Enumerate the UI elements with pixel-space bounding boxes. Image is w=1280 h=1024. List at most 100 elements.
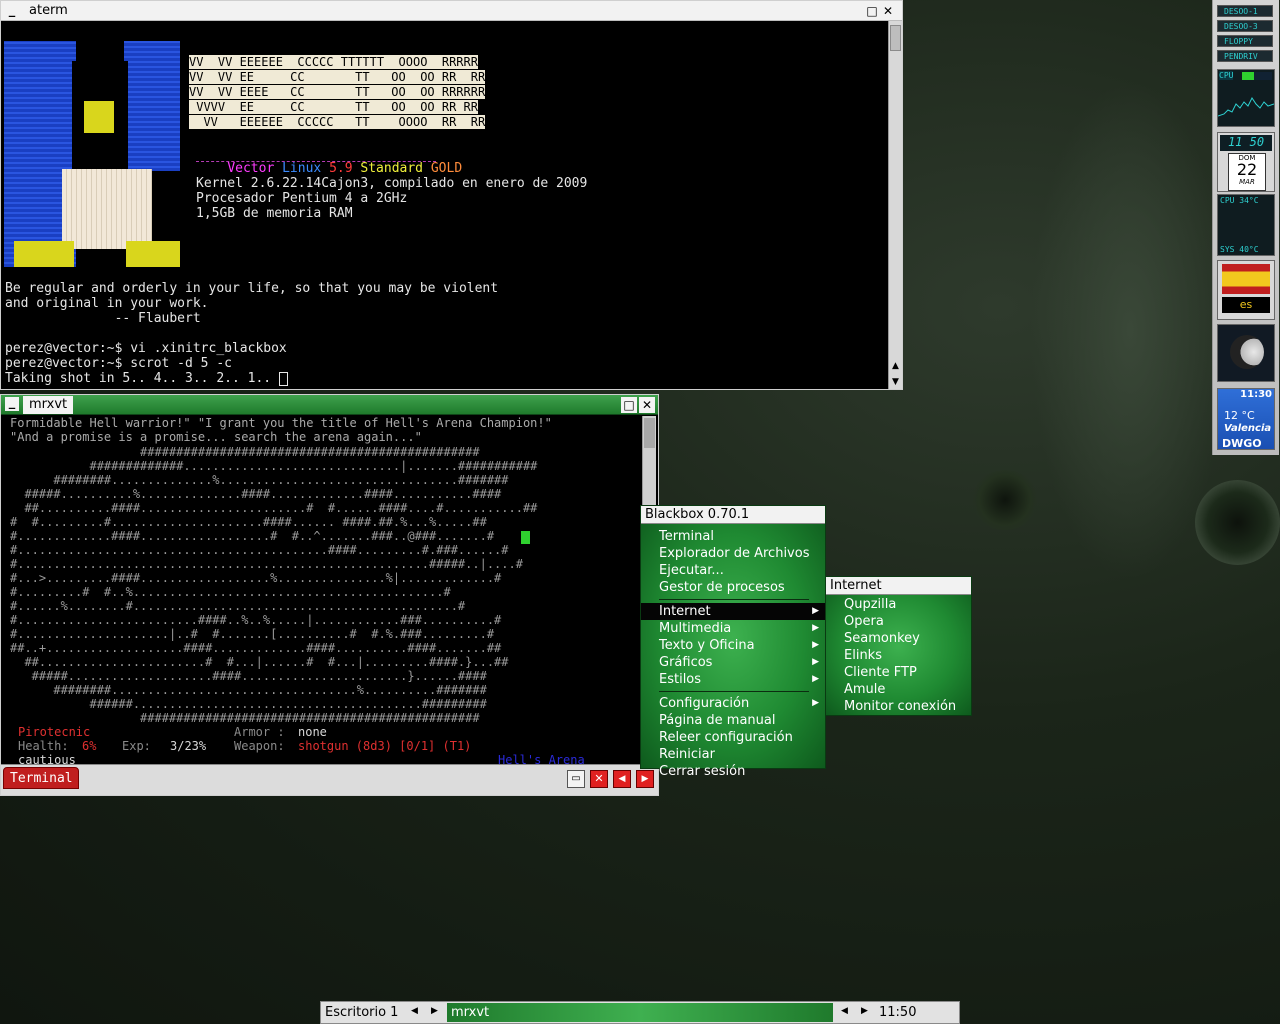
scroll-thumb[interactable] <box>890 25 901 51</box>
menu-item-reload-config[interactable]: Releer configuración <box>641 729 825 746</box>
scroll-down-arrow-icon[interactable]: ▼ <box>889 375 902 389</box>
maximize-icon[interactable]: □ <box>864 3 880 19</box>
menu-item-manual-page[interactable]: Página de manual <box>641 712 825 729</box>
workspace-name[interactable]: Escritorio 1 <box>325 1005 398 1020</box>
menu-item-internet[interactable]: Internet ▶ <box>641 603 825 620</box>
cpu-label: CPU <box>1219 71 1234 80</box>
prompt-output: Taking shot in 5.. 4.. 3.. 2.. 1.. <box>5 371 279 386</box>
tab-terminal[interactable]: Terminal <box>3 767 79 789</box>
drive-button[interactable]: DESOO-1 <box>1217 5 1273 17</box>
scroll-thumb[interactable] <box>644 418 655 448</box>
drive-button[interactable]: FLOPPY <box>1217 35 1273 47</box>
distro-underline <box>196 161 436 164</box>
drive-button[interactable]: PENDRIV <box>1217 50 1273 62</box>
menu-separator <box>659 691 809 692</box>
aterm-window[interactable]: _ aterm □ ✕ VV VV EEEEEE CCCCC TTTTTT OO… <box>0 0 903 390</box>
aterm-scrollbar[interactable]: ▲ ▼ <box>888 21 902 389</box>
weather-city: Valencia <box>1224 423 1272 434</box>
close-icon[interactable]: ✕ <box>880 3 896 19</box>
weapon-value: shotgun (8d3) [0/1] (T1) <box>298 739 472 753</box>
menu-separator <box>659 599 809 600</box>
maximize-icon[interactable]: □ <box>621 396 637 413</box>
keyboard-layout-app[interactable]: es <box>1217 260 1275 320</box>
close-tab-icon[interactable]: ✕ <box>590 770 608 788</box>
submenu-item-opera[interactable]: Opera <box>826 613 971 630</box>
menu-item-process-manager[interactable]: Gestor de procesos <box>641 579 825 596</box>
menu-item-label: Estilos <box>659 672 702 687</box>
scroll-up-arrow-icon[interactable]: ▲ <box>889 359 902 373</box>
menu-item-styles[interactable]: Estilos ▶ <box>641 671 825 688</box>
map-row: #...>.........####..................%...… <box>10 571 502 585</box>
tab-label: Terminal <box>10 771 73 786</box>
quote-line: Be regular and orderly in your life, so … <box>5 281 499 296</box>
month-name: MAR <box>1239 178 1255 186</box>
logo-row: VV VV EEEE CC TT OO OO RRRRRR <box>189 85 486 99</box>
map-row: #############...........................… <box>10 459 538 473</box>
submenu-item-ftp-client[interactable]: Cliente FTP <box>826 664 971 681</box>
submenu-arrow-icon: ▶ <box>812 623 819 633</box>
character-name: Pirotecnic <box>18 725 91 739</box>
submenu-arrow-icon: ▶ <box>812 674 819 684</box>
map-row: ##..+...................####............… <box>10 641 502 655</box>
submenu-item-seamonkey[interactable]: Seamonkey <box>826 630 971 647</box>
map-row: #.............####..................# #.… <box>10 529 495 543</box>
submenu-item-qupzilla[interactable]: Qupzilla <box>826 596 971 613</box>
blackbox-toolbar: Escritorio 1 ◀ ▶ mrxvt ◀ ▶ 11:50 <box>320 1001 960 1024</box>
submenu-item-elinks[interactable]: Elinks <box>826 647 971 664</box>
next-window-icon[interactable]: ▶ <box>861 1006 868 1016</box>
armor-label: Armor : <box>234 725 285 739</box>
wallpaper-eye <box>1195 480 1280 565</box>
player-marker <box>521 531 530 544</box>
submenu-title: Internet <box>826 577 971 595</box>
exp-value: 3/23% <box>170 739 207 753</box>
menu-item-graphics[interactable]: Gráficos ▶ <box>641 654 825 671</box>
submenu-item-connection-monitor[interactable]: Monitor conexión <box>826 698 971 715</box>
digital-clock: 11 50 <box>1220 135 1272 151</box>
dockapp-panel: DESOO-1 DESOO-3 FLOPPY PENDRIV CPU 11 50… <box>1212 0 1279 455</box>
mrxvt-scrollbar[interactable] <box>642 416 656 506</box>
new-tab-icon[interactable]: ▭ <box>567 770 585 788</box>
menu-item-run[interactable]: Ejecutar... <box>641 562 825 579</box>
prev-tab-icon[interactable]: ◀ <box>613 770 631 788</box>
prompt-line[interactable]: perez@vector:~$ scrot -d 5 -c <box>5 356 232 371</box>
spain-flag-icon <box>1222 264 1270 294</box>
quote-author: -- Flaubert <box>5 311 201 326</box>
prev-workspace-icon[interactable]: ◀ <box>411 1006 418 1016</box>
weather-app[interactable]: 11:30 12 °C Valencia DWGO <box>1217 388 1275 450</box>
calendar-page: DOM 22 MAR <box>1228 153 1266 191</box>
logo-row: VVVV EE CC TT OO OO RR RR <box>189 100 478 114</box>
wallpaper-eye <box>970 470 1040 530</box>
aterm-titlebar[interactable]: _ aterm □ ✕ <box>1 1 902 21</box>
drive-button[interactable]: DESOO-3 <box>1217 20 1273 32</box>
prompt-line[interactable]: Taking shot in 5.. 4.. 3.. 2.. 1.. <box>5 371 288 386</box>
game-message: Formidable Hell warrior!" "I grant you t… <box>10 416 552 430</box>
menu-item-logout[interactable]: Cerrar sesión <box>641 763 825 780</box>
submenu-arrow-icon: ▶ <box>812 657 819 667</box>
prompt-line[interactable]: perez@vector:~$ vi .xinitrc_blackbox <box>5 341 287 356</box>
menu-item-configuration[interactable]: Configuración ▶ <box>641 695 825 712</box>
map-row: ##..........####.......................#… <box>10 501 538 515</box>
menu-item-label: Multimedia <box>659 621 732 636</box>
weather-brand: DWGO <box>1222 437 1262 450</box>
menu-item-text-office[interactable]: Texto y Oficina ▶ <box>641 637 825 654</box>
menu-item-terminal[interactable]: Terminal <box>641 528 825 545</box>
active-window-label[interactable]: mrxvt <box>447 1003 833 1022</box>
close-icon[interactable]: ✕ <box>639 396 655 413</box>
cpu-monitor: CPU <box>1217 69 1275 127</box>
mrxvt-window[interactable]: _ mrxvt □ ✕ Formidable Hell warrior!" "I… <box>0 394 659 796</box>
map-row: #####....................####...........… <box>10 669 487 683</box>
menu-item-multimedia[interactable]: Multimedia ▶ <box>641 620 825 637</box>
menu-item-file-explorer[interactable]: Explorador de Archivos <box>641 545 825 562</box>
window-menu-icon[interactable]: _ <box>1 3 23 18</box>
mrxvt-titlebar[interactable]: _ mrxvt □ ✕ <box>1 395 658 415</box>
active-window-title: mrxvt <box>451 1005 490 1020</box>
taskbar-clock: 11:50 <box>879 1005 917 1020</box>
exp-label: Exp: <box>122 739 151 753</box>
logo-row: VV VV EE CC TT OO OO RR RR <box>189 70 486 84</box>
menu-item-restart[interactable]: Reiniciar <box>641 746 825 763</box>
submenu-item-amule[interactable]: Amule <box>826 681 971 698</box>
next-workspace-icon[interactable]: ▶ <box>431 1006 438 1016</box>
map-row: ########................................… <box>10 683 487 697</box>
prev-window-icon[interactable]: ◀ <box>841 1006 848 1016</box>
window-menu-icon[interactable]: _ <box>5 396 19 411</box>
